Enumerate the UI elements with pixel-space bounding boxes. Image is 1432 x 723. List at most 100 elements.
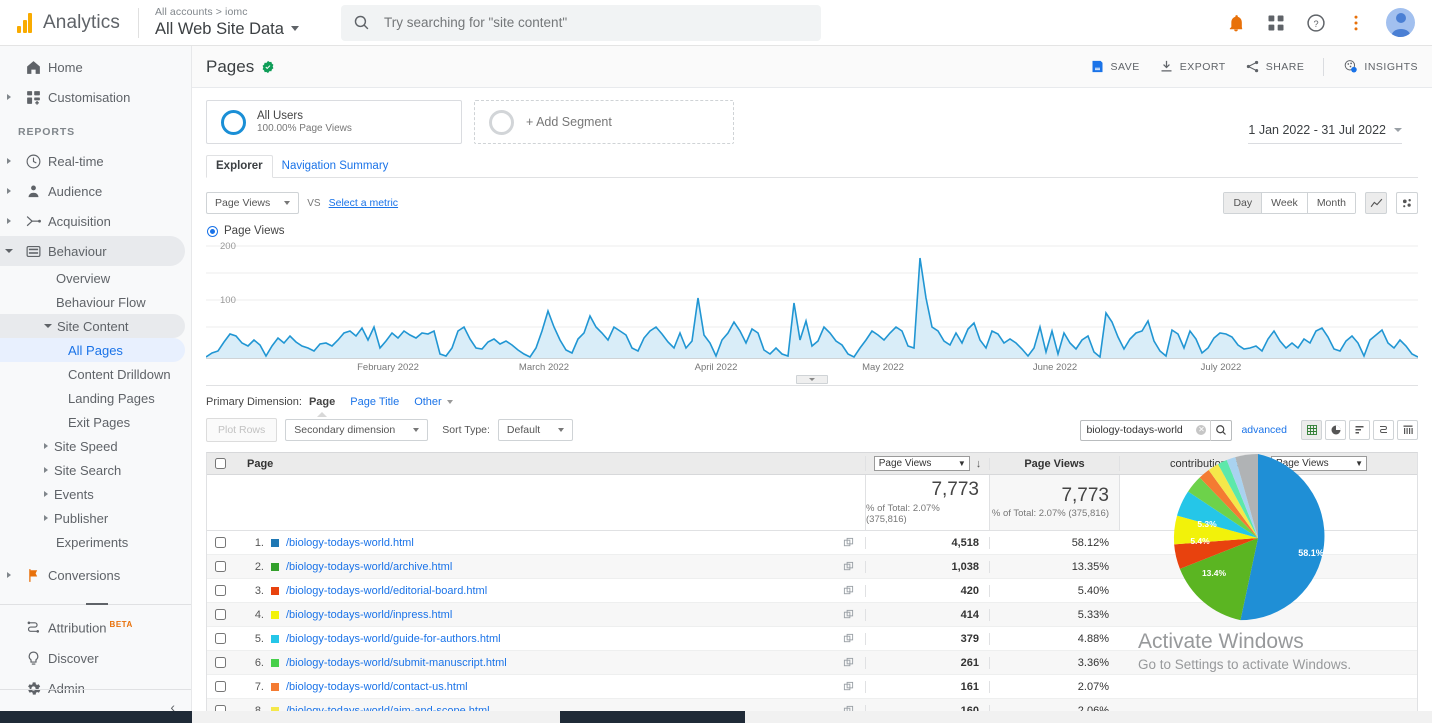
- table-search[interactable]: ✕: [1080, 419, 1233, 441]
- sidebar-item-behaviour-flow[interactable]: Behaviour Flow: [0, 290, 191, 314]
- global-search[interactable]: [340, 4, 821, 41]
- advanced-link[interactable]: advanced: [1241, 424, 1287, 436]
- dimension-page-title-link[interactable]: Page Title: [350, 396, 399, 408]
- open-in-new-window-cell[interactable]: [831, 561, 865, 572]
- export-button[interactable]: EXPORT: [1159, 59, 1226, 74]
- sidebar-item-customisation[interactable]: Customisation: [0, 82, 191, 112]
- row-checkbox[interactable]: [214, 561, 226, 572]
- open-in-new-window-cell[interactable]: [831, 609, 865, 620]
- save-button[interactable]: SAVE: [1090, 59, 1140, 74]
- sort-type-select[interactable]: Default: [497, 419, 574, 441]
- help-icon[interactable]: ?: [1306, 13, 1326, 33]
- tab-navigation-summary[interactable]: Navigation Summary: [273, 160, 398, 177]
- table-row[interactable]: 4. /biology-todays-world/inpress.html 414 5…: [207, 603, 1417, 627]
- sidebar-item-exit-pages[interactable]: Exit Pages: [0, 410, 191, 434]
- sidebar-item-acquisition[interactable]: Acquisition: [0, 206, 191, 236]
- view-mode-table[interactable]: [1301, 420, 1322, 440]
- tab-explorer[interactable]: Explorer: [206, 155, 273, 178]
- table-row[interactable]: 3. /biology-todays-world/editorial-board.…: [207, 579, 1417, 603]
- metric1-select[interactable]: Page Views ▼: [873, 456, 970, 471]
- table-search-input[interactable]: [1081, 424, 1197, 436]
- open-in-new-window-cell[interactable]: [831, 681, 865, 692]
- table-search-button[interactable]: [1210, 419, 1231, 441]
- sidebar-item-attribution[interactable]: Attribution BETA: [0, 613, 191, 643]
- contribution-select[interactable]: Page Views ▼: [1271, 456, 1367, 471]
- sidebar-item-landing-pages[interactable]: Landing Pages: [0, 386, 191, 410]
- insights-button[interactable]: INSIGHTS: [1343, 59, 1418, 74]
- share-button[interactable]: SHARE: [1245, 59, 1305, 74]
- row-checkbox-cell[interactable]: [207, 609, 233, 620]
- view-mode-performance[interactable]: [1349, 420, 1370, 440]
- add-segment-button[interactable]: + Add Segment: [474, 100, 734, 144]
- metric-select[interactable]: Page Views: [206, 192, 300, 214]
- row-checkbox[interactable]: [214, 585, 226, 596]
- sidebar-item-discover[interactable]: Discover: [0, 643, 191, 673]
- primary-dimension-current[interactable]: Page: [309, 396, 335, 408]
- select-all-checkbox[interactable]: [214, 458, 226, 469]
- motion-chart-toggle[interactable]: [1396, 192, 1418, 214]
- row-page-link[interactable]: /biology-todays-world/archive.html: [286, 561, 452, 573]
- granularity-week[interactable]: Week: [1262, 193, 1308, 213]
- row-checkbox-cell[interactable]: [207, 657, 233, 668]
- row-page-link[interactable]: /biology-todays-world/inpress.html: [286, 609, 452, 621]
- row-checkbox[interactable]: [214, 537, 226, 548]
- open-in-new-window-cell[interactable]: [831, 657, 865, 668]
- select-a-metric-link[interactable]: Select a metric: [329, 197, 398, 209]
- granularity-day[interactable]: Day: [1224, 193, 1263, 213]
- account-selector[interactable]: All accounts > iomc All Web Site Data: [155, 7, 299, 38]
- segment-all-users[interactable]: All Users 100.00% Page Views: [206, 100, 462, 144]
- granularity-month[interactable]: Month: [1307, 193, 1355, 213]
- sidebar-item-events[interactable]: Events: [0, 482, 191, 506]
- sidebar-item-site-speed[interactable]: Site Speed: [0, 434, 191, 458]
- scrollbar-thumb[interactable]: [560, 711, 745, 723]
- sidebar-item-publisher[interactable]: Publisher: [0, 506, 191, 530]
- row-page-link[interactable]: /biology-todays-world/contact-us.html: [286, 681, 468, 693]
- sidebar-item-content-drilldown[interactable]: Content Drilldown: [0, 362, 191, 386]
- row-checkbox[interactable]: [214, 657, 226, 668]
- sidebar-item-audience[interactable]: Audience: [0, 176, 191, 206]
- sidebar-item-behaviour[interactable]: Behaviour: [0, 236, 185, 266]
- scrollbar-left-segment[interactable]: [0, 711, 192, 723]
- more-vert-icon[interactable]: [1346, 13, 1366, 33]
- table-row[interactable]: 7. /biology-todays-world/contact-us.html 1…: [207, 675, 1417, 699]
- row-page-link[interactable]: /biology-todays-world/editorial-board.ht…: [286, 585, 487, 597]
- column-header-page[interactable]: Page: [233, 458, 865, 470]
- sidebar-item-all-pages[interactable]: All Pages: [0, 338, 185, 362]
- plot-rows-button[interactable]: Plot Rows: [206, 418, 278, 442]
- bell-icon[interactable]: [1226, 13, 1246, 33]
- row-checkbox-cell[interactable]: [207, 537, 233, 548]
- table-row[interactable]: 5. /biology-todays-world/guide-for-author…: [207, 627, 1417, 651]
- view-mode-comparison[interactable]: [1373, 420, 1394, 440]
- row-page-link[interactable]: /biology-todays-world/guide-for-authors.…: [286, 633, 501, 645]
- dimension-other-dropdown[interactable]: Other: [414, 396, 453, 408]
- sidebar-item-conversions[interactable]: Conversions: [0, 560, 191, 590]
- sidebar-item-site-search[interactable]: Site Search: [0, 458, 191, 482]
- page-views-chart[interactable]: 200 100: [206, 242, 1418, 358]
- row-checkbox-cell[interactable]: [207, 633, 233, 644]
- row-checkbox-cell[interactable]: [207, 585, 233, 596]
- open-in-new-window-cell[interactable]: [831, 537, 865, 548]
- row-checkbox[interactable]: [214, 681, 226, 692]
- sidebar-item-realtime[interactable]: Real-time: [0, 146, 191, 176]
- open-in-new-window-cell[interactable]: [831, 633, 865, 644]
- secondary-dimension-select[interactable]: Secondary dimension: [285, 419, 429, 441]
- table-row[interactable]: 1. /biology-todays-world.html 4,518 58.12%: [207, 531, 1417, 555]
- view-mode-pie[interactable]: [1325, 420, 1346, 440]
- table-row[interactable]: 6. /biology-todays-world/submit-manuscrip…: [207, 651, 1417, 675]
- row-page-link[interactable]: /biology-todays-world.html: [286, 537, 414, 549]
- sidebar-item-overview[interactable]: Overview: [0, 266, 191, 290]
- apps-grid-icon[interactable]: [1266, 13, 1286, 33]
- view-mode-pivot[interactable]: [1397, 420, 1418, 440]
- sidebar-item-home[interactable]: Home: [0, 52, 191, 82]
- sidebar-item-experiments[interactable]: Experiments: [0, 530, 191, 554]
- open-in-new-window-cell[interactable]: [831, 585, 865, 596]
- table-row[interactable]: 2. /biology-todays-world/archive.html 1,03…: [207, 555, 1417, 579]
- search-input[interactable]: [383, 15, 809, 30]
- chart-range-slider[interactable]: [206, 375, 1418, 386]
- row-checkbox-cell[interactable]: [207, 561, 233, 572]
- sort-desc-icon[interactable]: ↓: [976, 458, 982, 470]
- avatar[interactable]: [1386, 8, 1415, 37]
- chart-range-handle[interactable]: [796, 375, 828, 384]
- row-checkbox-cell[interactable]: [207, 681, 233, 692]
- row-page-link[interactable]: /biology-todays-world/submit-manuscript.…: [286, 657, 507, 669]
